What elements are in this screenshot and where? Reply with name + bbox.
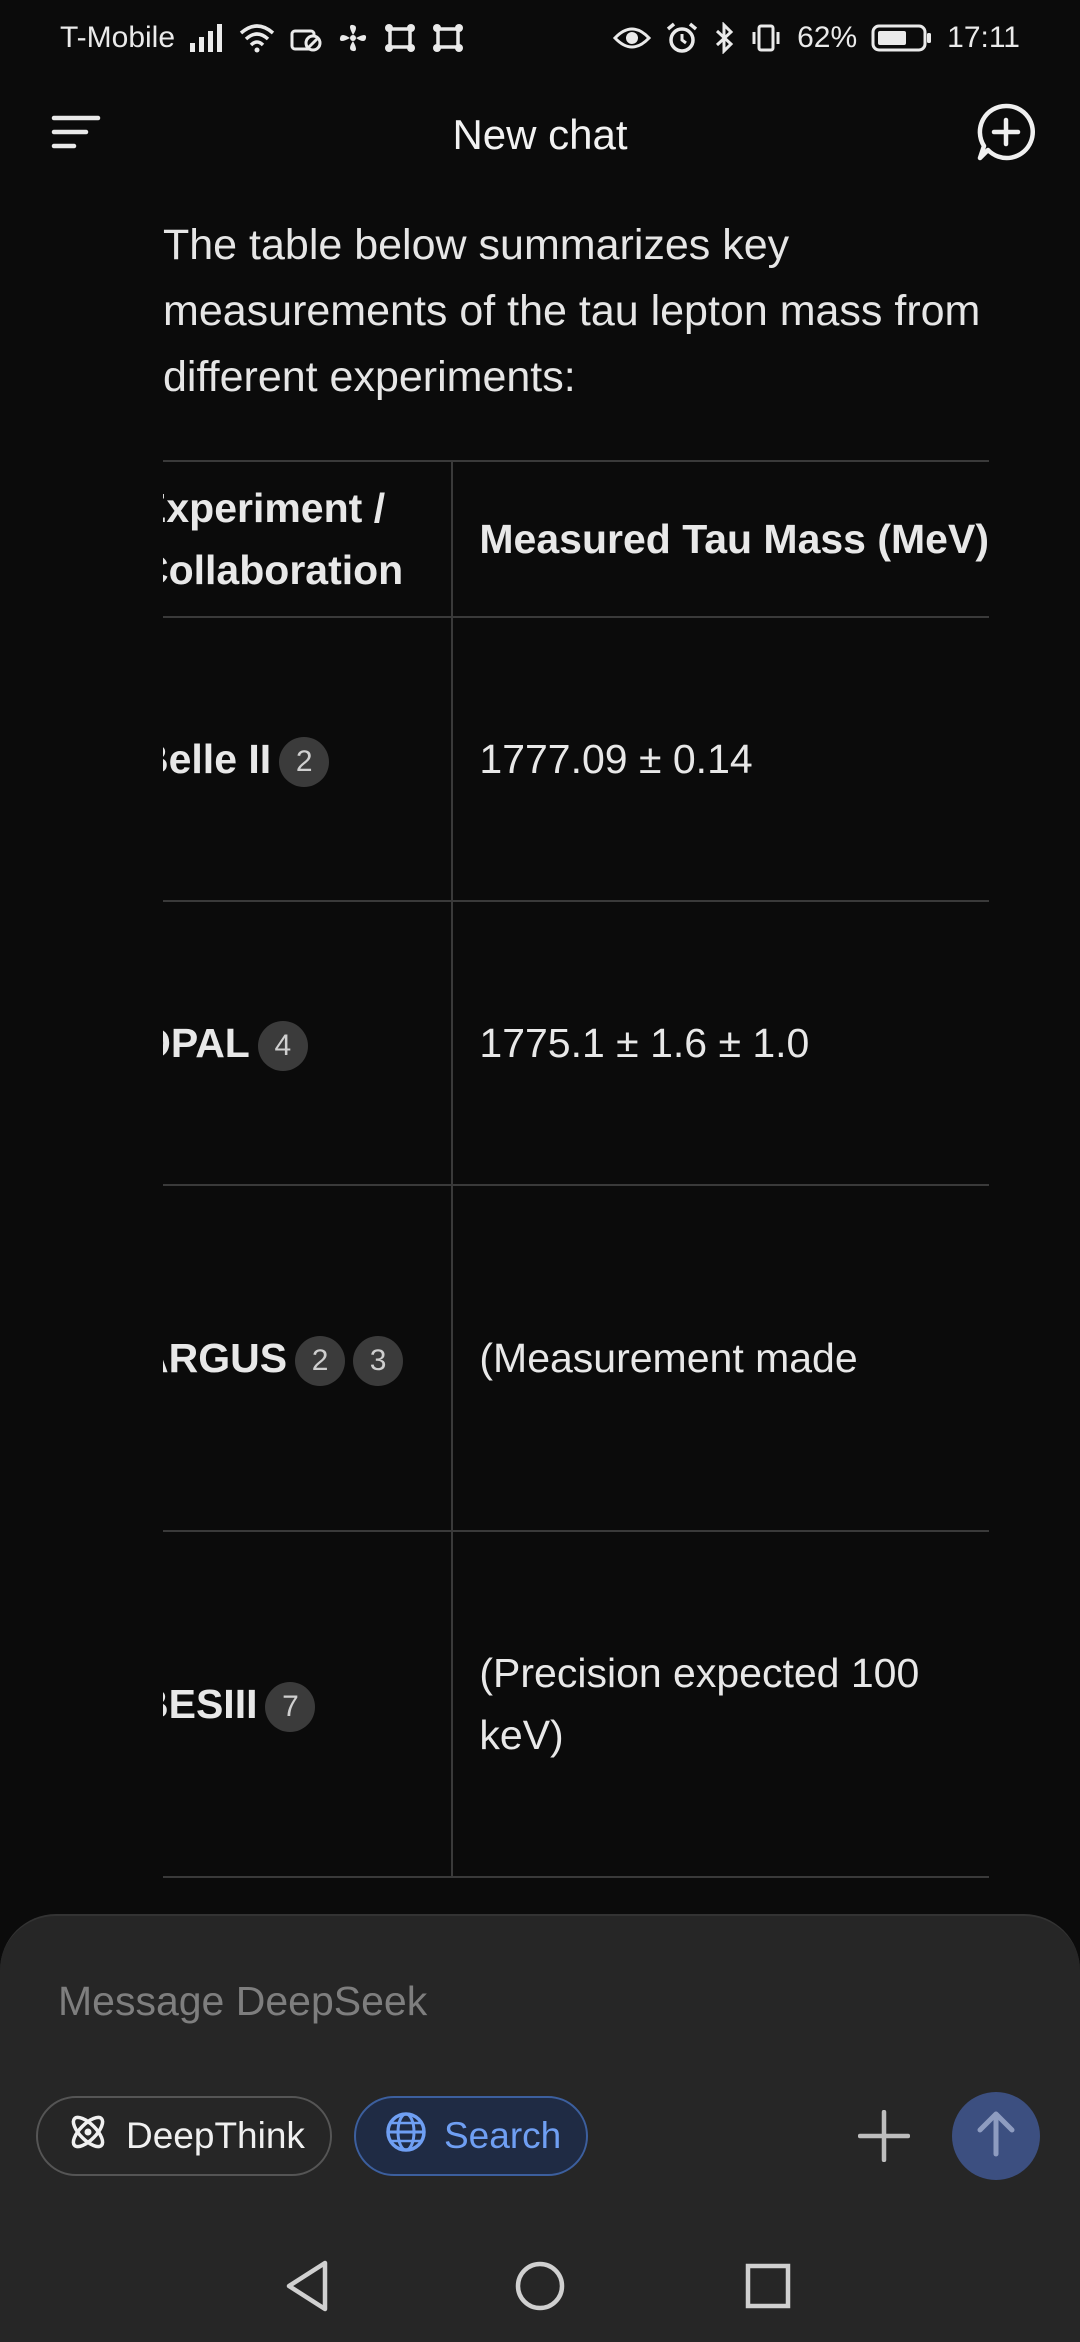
arrow-up-icon <box>974 2110 1018 2163</box>
mass-cell: 1777.09 ± 0.14 <box>452 616 989 902</box>
clock: 17:11 <box>947 21 1020 54</box>
recents-square-icon <box>743 2261 793 2316</box>
battery-icon <box>871 22 933 54</box>
column-header-mass: Measured Tau Mass (MeV) <box>452 460 989 618</box>
signal-icon <box>189 23 225 53</box>
new-chat-icon <box>976 102 1036 167</box>
results-table: Experiment / Collaboration Measured Tau … <box>163 460 989 1878</box>
mass-cell: 1775.1 ± 1.6 ± 1.0 <box>452 900 989 1186</box>
table-row: BESIII7 (Precision expected 100 keV) <box>163 1530 989 1878</box>
carrier-label: T-Mobile <box>60 21 176 54</box>
citation-badge[interactable]: 4 <box>257 1021 308 1072</box>
table-scroll-container[interactable]: Experiment / Collaboration Measured Tau … <box>163 460 1039 1884</box>
home-circle-icon <box>513 2259 567 2318</box>
message-input[interactable] <box>56 1970 960 2032</box>
menu-button[interactable] <box>46 106 106 162</box>
column-header-experiment: Experiment / Collaboration <box>163 460 454 618</box>
back-triangle-icon <box>283 2259 333 2318</box>
composer: DeepThink Search <box>0 1914 1080 2342</box>
wifi-icon <box>239 23 275 53</box>
search-toggle[interactable]: Search <box>354 2096 588 2176</box>
globe-icon <box>384 2110 428 2163</box>
home-button[interactable] <box>510 2258 570 2318</box>
table-row: Belle II2 1777.09 ± 0.14 <box>163 616 989 902</box>
experiment-name: ARGUS <box>163 1335 288 1381</box>
deepthink-label: DeepThink <box>126 2115 305 2156</box>
deepthink-toggle[interactable]: DeepThink <box>36 2096 332 2176</box>
experiment-cell: Belle II2 <box>163 616 454 902</box>
message-intro: The table below summarizes key measureme… <box>163 221 981 401</box>
citation-badge[interactable]: 2 <box>295 1336 346 1387</box>
status-right: 62% 17:11 <box>613 21 1020 55</box>
menu-icon <box>50 114 102 155</box>
fan-icon <box>337 22 369 54</box>
battery-percent: 62% <box>797 21 858 54</box>
app-notification-icon-2 <box>431 22 465 54</box>
search-label: Search <box>444 2115 562 2156</box>
citation-badge[interactable]: 7 <box>265 1682 316 1733</box>
page-title: New chat <box>452 111 628 158</box>
app-bar: New chat <box>0 76 1080 194</box>
eye-icon <box>613 24 652 52</box>
mass-cell: (Measurement made <box>452 1184 989 1532</box>
status-left: T-Mobile <box>60 21 465 55</box>
table-row: OPAL4 1775.1 ± 1.6 ± 1.0 <box>163 900 989 1186</box>
experiment-name: BESIII <box>163 1681 258 1727</box>
attach-button[interactable] <box>856 2109 912 2167</box>
experiment-cell: ARGUS23 <box>163 1184 454 1532</box>
table-header-row: Experiment / Collaboration Measured Tau … <box>163 460 989 618</box>
chat-content[interactable]: The table below summarizes key measureme… <box>0 194 1080 1914</box>
vibrate-icon <box>749 22 783 54</box>
back-button[interactable] <box>278 2258 338 2318</box>
alarm-icon <box>665 22 699 54</box>
bluetooth-icon <box>713 22 735 54</box>
table-row: ARGUS23 (Measurement made <box>163 1184 989 1532</box>
atom-icon <box>66 2110 110 2163</box>
experiment-cell: BESIII7 <box>163 1530 454 1878</box>
experiment-name: OPAL <box>163 1020 250 1066</box>
status-bar: T-Mobile 62% 17:11 <box>0 0 1080 76</box>
citation-badge[interactable]: 3 <box>353 1336 404 1387</box>
citation-badge[interactable]: 2 <box>279 737 330 788</box>
recents-button[interactable] <box>738 2258 798 2318</box>
app-notification-icon <box>383 22 417 54</box>
mass-cell: (Precision expected 100 keV) <box>452 1530 989 1878</box>
new-chat-button[interactable] <box>974 102 1038 166</box>
experiment-cell: OPAL4 <box>163 900 454 1186</box>
system-nav-bar <box>0 2226 1080 2342</box>
send-button[interactable] <box>952 2092 1040 2180</box>
plus-icon <box>857 2109 911 2167</box>
data-saver-icon <box>289 23 323 53</box>
experiment-name: Belle II <box>163 736 272 782</box>
